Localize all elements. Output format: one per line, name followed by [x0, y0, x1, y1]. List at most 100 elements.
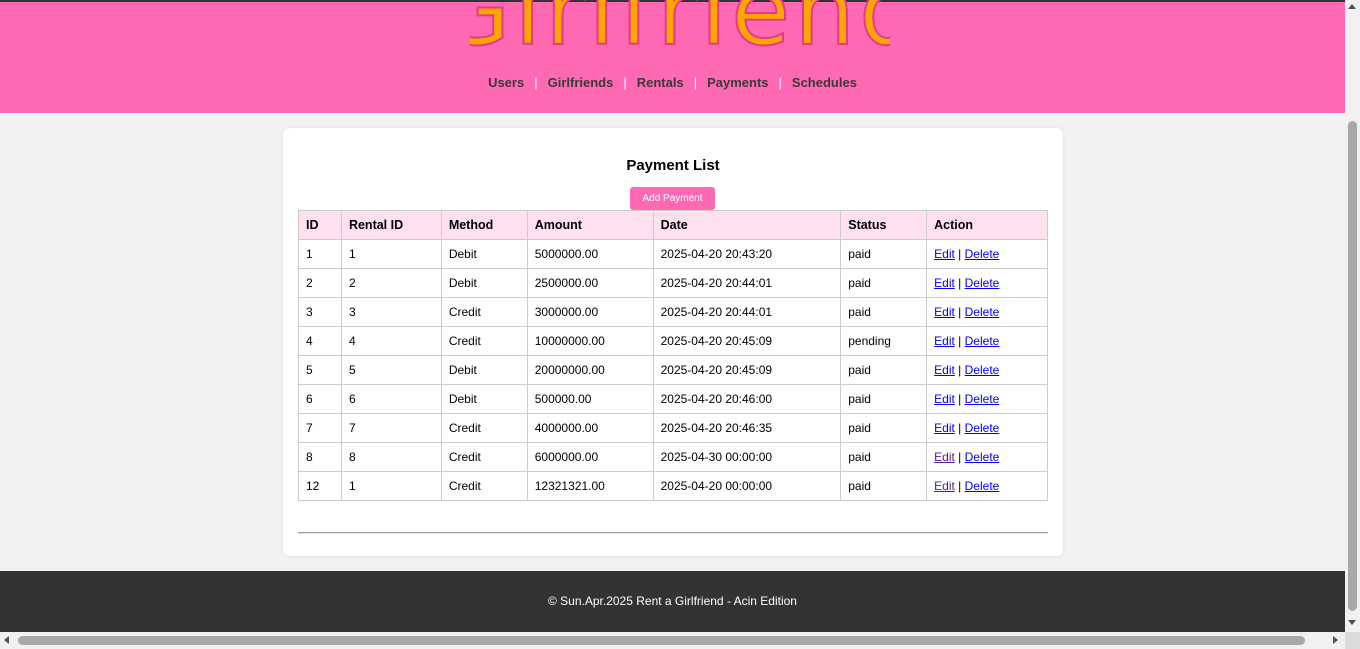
cell-method: Credit — [440, 442, 528, 472]
cell-id: 5 — [298, 355, 342, 385]
table-body: 1 1 Debit 5000000.00 2025-04-20 20:43:20 paid… — [298, 239, 1048, 501]
nav-schedules[interactable]: Schedules — [792, 75, 857, 90]
main-nav: Users | Girlfriends | Rentals | Payments | Sched… — [0, 75, 1345, 90]
cell-method: Debit — [440, 384, 528, 414]
edit-link[interactable]: Edit — [934, 363, 955, 377]
cell-method: Credit — [440, 326, 528, 356]
nav-rentals[interactable]: Rentals — [637, 75, 684, 90]
nav-separator: | — [534, 75, 538, 90]
delete-link[interactable]: Delete — [965, 392, 1000, 406]
action-separator: | — [958, 305, 962, 319]
cell-status: paid — [840, 413, 928, 443]
cell-action: Edit | Delete — [926, 384, 1048, 414]
page-viewport: Girlfriend Users|Girlfriends|Rentals|Pay… — [0, 0, 1345, 632]
delete-link[interactable]: Delete — [965, 276, 1000, 290]
cell-status: paid — [840, 239, 928, 269]
horizontal-scrollbar[interactable] — [0, 632, 1345, 649]
table-header-row: ID Rental ID Method Amount Date Status A… — [298, 210, 1048, 240]
edit-link[interactable]: Edit — [934, 392, 955, 406]
column-header-id: ID — [298, 210, 342, 240]
cell-amount: 10000000.00 — [526, 326, 654, 356]
scrollbar-corner — [1345, 632, 1360, 649]
column-header-method: Method — [440, 210, 528, 240]
table-row: 8 8 Credit 6000000.00 2025-04-30 00:00:00 pai… — [298, 442, 1048, 472]
delete-link[interactable]: Delete — [965, 450, 1000, 464]
cell-id: 6 — [298, 384, 342, 414]
cell-amount: 3000000.00 — [526, 297, 654, 327]
site-footer: © Sun.Apr.2025 Rent a Girlfriend - Acin … — [0, 571, 1345, 632]
cell-method: Credit — [440, 471, 528, 501]
page-title: Payment List — [626, 157, 720, 174]
table-row: 12 1 Credit 12321321.00 2025-04-20 00:00:00 p… — [298, 471, 1048, 501]
cell-method: Credit — [440, 297, 528, 327]
edit-link[interactable]: Edit — [934, 334, 955, 348]
cell-action: Edit | Delete — [926, 355, 1048, 385]
cell-rental-id: 7 — [340, 413, 442, 443]
action-separator: | — [958, 421, 962, 435]
cell-action: Edit | Delete — [926, 471, 1048, 501]
vertical-scrollbar[interactable] — [1345, 0, 1360, 632]
cell-date: 2025-04-20 20:46:00 — [652, 384, 842, 414]
scroll-down-icon[interactable] — [1348, 620, 1356, 625]
table-row: 3 3 Credit 3000000.00 2025-04-20 20:44:01 pai… — [298, 297, 1048, 327]
vertical-scroll-thumb[interactable] — [1348, 121, 1357, 611]
nav-payments[interactable]: Payments — [707, 75, 768, 90]
cell-date: 2025-04-20 20:45:09 — [652, 355, 842, 385]
add-payment-button[interactable]: Add Payment — [630, 187, 715, 210]
divider — [298, 532, 1048, 534]
scroll-up-icon[interactable] — [1348, 4, 1356, 9]
table-header: ID Rental ID Method Amount Date Status A… — [298, 210, 1048, 240]
cell-date: 2025-04-30 00:00:00 — [652, 442, 842, 472]
cell-action: Edit | Delete — [926, 268, 1048, 298]
cell-id: 8 — [298, 442, 342, 472]
cell-date: 2025-04-20 20:44:01 — [652, 268, 842, 298]
cell-rental-id: 2 — [340, 268, 442, 298]
delete-link[interactable]: Delete — [965, 479, 1000, 493]
delete-link[interactable]: Delete — [965, 305, 1000, 319]
edit-link[interactable]: Edit — [934, 421, 955, 435]
cell-amount: 2500000.00 — [526, 268, 654, 298]
edit-link[interactable]: Edit — [934, 276, 955, 290]
cell-rental-id: 1 — [340, 471, 442, 501]
cell-status: paid — [840, 268, 928, 298]
cell-amount: 5000000.00 — [526, 239, 654, 269]
action-separator: | — [958, 247, 962, 261]
delete-link[interactable]: Delete — [965, 363, 1000, 377]
edit-link[interactable]: Edit — [934, 247, 955, 261]
action-separator: | — [958, 276, 962, 290]
payment-list-card: Payment List Add Payment ID Rental ID Me… — [283, 128, 1063, 556]
edit-link[interactable]: Edit — [934, 305, 955, 319]
action-separator: | — [958, 363, 962, 377]
cell-status: paid — [840, 471, 928, 501]
edit-link[interactable]: Edit — [934, 479, 955, 493]
horizontal-scroll-thumb[interactable] — [18, 636, 1305, 645]
cell-date: 2025-04-20 20:46:35 — [652, 413, 842, 443]
nav-separator: | — [778, 75, 782, 90]
cell-status: paid — [840, 384, 928, 414]
action-separator: | — [958, 450, 962, 464]
footer-text: © Sun.Apr.2025 Rent a Girlfriend - Acin … — [548, 594, 797, 608]
nav-girlfriends[interactable]: Girlfriends — [548, 75, 614, 90]
cell-method: Debit — [440, 268, 528, 298]
logo-text: Girlfriend — [470, 0, 890, 67]
scroll-right-icon[interactable] — [1333, 636, 1338, 644]
action-separator: | — [958, 334, 962, 348]
action-separator: | — [958, 392, 962, 406]
nav-users[interactable]: Users — [488, 75, 524, 90]
cell-id: 12 — [298, 471, 342, 501]
cell-action: Edit | Delete — [926, 297, 1048, 327]
delete-link[interactable]: Delete — [965, 334, 1000, 348]
table-row: 5 5 Debit 20000000.00 2025-04-20 20:45:09 pai… — [298, 355, 1048, 385]
table-row: 7 7 Credit 4000000.00 2025-04-20 20:46:35 pai… — [298, 413, 1048, 443]
cell-amount: 4000000.00 — [526, 413, 654, 443]
cell-method: Credit — [440, 413, 528, 443]
site-header: Girlfriend Users | Girlfriends | Rentals | Pay… — [0, 0, 1345, 113]
cell-amount: 12321321.00 — [526, 471, 654, 501]
edit-link[interactable]: Edit — [934, 450, 955, 464]
delete-link[interactable]: Delete — [965, 247, 1000, 261]
delete-link[interactable]: Delete — [965, 421, 1000, 435]
cell-id: 3 — [298, 297, 342, 327]
cell-status: paid — [840, 442, 928, 472]
cell-action: Edit | Delete — [926, 442, 1048, 472]
scroll-left-icon[interactable] — [4, 636, 9, 644]
